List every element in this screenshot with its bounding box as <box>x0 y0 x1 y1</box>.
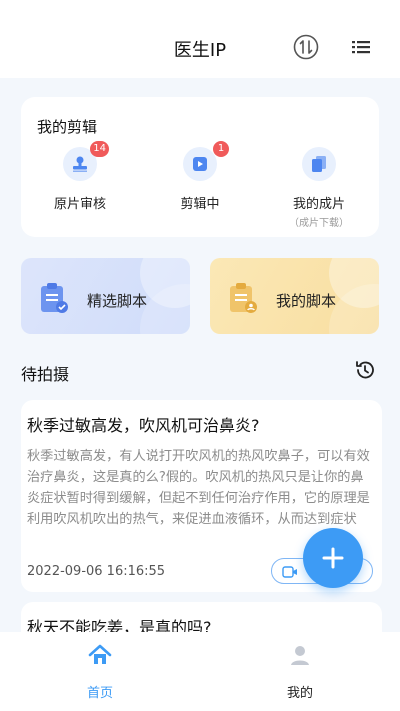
raw-review-badge: 14 <box>90 141 109 157</box>
documents-icon <box>302 147 336 181</box>
finished-videos-label: 我的成片 <box>292 197 345 212</box>
selected-scripts-button[interactable]: 精选脚本 <box>21 258 190 334</box>
selected-scripts-label: 精选脚本 <box>87 292 148 310</box>
editing-in-progress-button[interactable]: 1 剪辑中 <box>145 141 255 212</box>
my-finished-videos-button[interactable]: 我的成片 （成片下载） <box>264 147 374 229</box>
plus-icon <box>322 547 344 569</box>
tab-home-label: 首页 <box>86 686 113 701</box>
page-title: 医生IP <box>173 40 227 61</box>
editing-label: 剪辑中 <box>180 197 220 212</box>
my-scripts-button[interactable]: 我的脚本 <box>210 258 379 334</box>
post-date: 2022-09-06 16:16:55 <box>27 564 166 579</box>
stamp-icon: 14 <box>63 141 109 181</box>
clipboard-user-icon <box>228 282 258 318</box>
tab-mine-label: 我的 <box>286 686 313 701</box>
pending-title: 待拍摄 <box>21 365 70 384</box>
add-button[interactable] <box>303 528 363 588</box>
top-bar: 医生IP <box>0 0 400 78</box>
history-icon[interactable] <box>353 358 377 386</box>
post-title: 秋季过敏高发，吹风机可治鼻炎? <box>27 416 260 435</box>
raw-review-label: 原片审核 <box>53 197 106 212</box>
menu-list-icon[interactable] <box>348 34 374 60</box>
my-edits-card: 我的剪辑 14 原片审核 1 剪辑中 我的成片 （成片下载） <box>21 97 379 237</box>
video-edit-icon: 1 <box>183 141 229 181</box>
user-icon <box>268 642 332 672</box>
home-icon <box>68 642 132 672</box>
post-body: 秋季过敏高发，有人说打开吹风机的热风吹鼻子，可以有效治疗鼻炎，这是真的么?假的。… <box>27 449 370 527</box>
bottom-tab-bar: 首页 我的 <box>0 632 400 711</box>
video-camera-icon <box>282 564 298 583</box>
raw-review-button[interactable]: 14 原片审核 <box>25 141 135 212</box>
finished-videos-sublabel: （成片下载） <box>289 218 349 229</box>
editing-badge: 1 <box>213 141 229 157</box>
clipboard-check-icon <box>39 282 69 318</box>
tab-home[interactable]: 首页 <box>68 642 132 701</box>
my-scripts-label: 我的脚本 <box>276 292 337 310</box>
tab-mine[interactable]: 我的 <box>268 642 332 701</box>
sort-icon[interactable] <box>293 34 319 60</box>
my-edits-title: 我的剪辑 <box>37 118 98 136</box>
